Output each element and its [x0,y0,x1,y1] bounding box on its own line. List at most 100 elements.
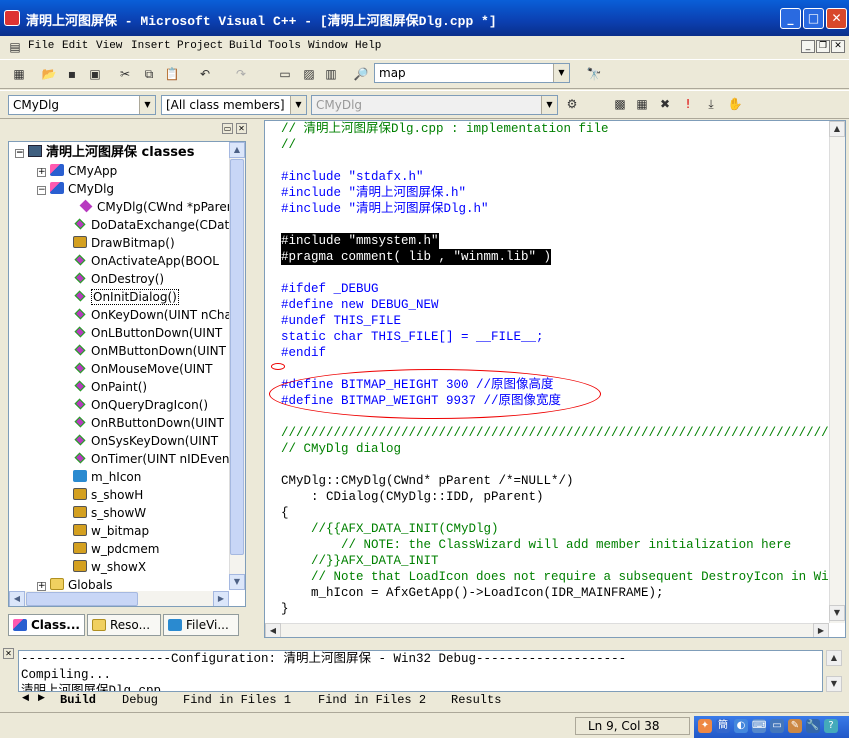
tree-item-method[interactable]: OnMButtonDown(UINT [73,342,226,360]
tray-device-icon[interactable]: ▭ [770,719,784,733]
workspace-close-icon[interactable]: ✕ [236,123,247,134]
output-close-icon[interactable]: ✕ [3,648,14,659]
stop-build-icon[interactable]: ✖ [656,95,674,113]
tree-item-method[interactable]: OnActivateApp(BOOL [73,252,219,270]
output-scroll-down-icon[interactable]: ▼ [826,676,842,692]
mdi-minimize-button[interactable]: _ [801,40,815,53]
tray-keyboard-icon[interactable]: ⌨ [752,719,766,733]
tray-ime-icon[interactable]: 簡 [716,719,730,733]
tray-network-icon[interactable]: ◐ [734,719,748,733]
tree-root[interactable]: − 清明上河图屏保 classes [15,144,195,162]
save-all-icon[interactable]: ▣ [86,65,104,83]
scroll-left-arrow-icon[interactable]: ◀ [265,623,281,637]
tree-item-method[interactable]: CMyDlg(CWnd *pParent [79,198,239,216]
code-editor[interactable]: // 清明上河图屏保Dlg.cpp : implementation file … [264,120,846,638]
new-text-file-icon[interactable]: ▦ [10,65,28,83]
expand-icon[interactable]: + [37,168,46,177]
menu-tools[interactable]: Tools [268,40,301,52]
workspace-restore-icon[interactable]: ▭ [222,123,233,134]
editor-vertical-scrollbar[interactable] [829,121,845,623]
find-combo[interactable]: map [374,63,570,83]
build-icon[interactable]: ▦ [633,95,651,113]
tree-item-method[interactable]: OnMouseMove(UINT [73,360,212,378]
class-combo[interactable]: CMyDlg [8,95,156,115]
tree-item-method[interactable]: DrawBitmap() [73,234,175,252]
undo-icon[interactable]: ↶ [196,65,214,83]
filter-combo-dropdown[interactable]: ▼ [290,96,306,114]
tab-fileview[interactable]: FileVi... [163,614,239,636]
menu-project[interactable]: Project [177,40,223,52]
collapse-icon[interactable]: − [37,186,46,195]
menu-help[interactable]: Help [355,40,381,52]
menu-view[interactable]: View [96,40,122,52]
output-tab-first-icon[interactable]: ◀ [22,693,29,703]
output-tab-build[interactable]: Build [60,692,96,708]
menu-file[interactable]: File [28,40,54,52]
tree-item-method[interactable]: OnKeyDown(UINT nChar [73,306,237,324]
tab-resourceview[interactable]: Reso... [87,614,161,636]
go-icon[interactable]: ⤓ [702,95,720,113]
find-icon[interactable]: 🔭 [585,65,603,83]
scroll-thumb-horizontal[interactable] [26,592,138,606]
output-tab-debug[interactable]: Debug [122,692,158,708]
tray-settings-icon[interactable]: ✎ [788,719,802,733]
tree-item-method[interactable]: OnRButtonDown(UINT [73,414,224,432]
menu-window[interactable]: Window [308,40,348,52]
tree-item-method[interactable]: OnQueryDragIcon() [73,396,208,414]
close-button[interactable]: ✕ [826,8,847,29]
tree-item-member[interactable]: s_showW [73,504,146,522]
breakpoint-hand-icon[interactable]: ✋ [726,95,744,113]
class-combo-dropdown[interactable]: ▼ [139,96,155,114]
redo-icon[interactable]: ↷ [232,65,250,83]
tree-item-method[interactable]: OnTimer(UINT nIDEvent [73,450,234,468]
scroll-up-arrow-icon[interactable]: ▲ [829,121,845,137]
member-combo-dropdown[interactable]: ▼ [541,96,557,114]
compile-icon[interactable]: ▩ [611,95,629,113]
tree-item-method[interactable]: OnSysKeyDown(UINT [73,432,218,450]
tray-help-icon[interactable]: ? [824,719,838,733]
window-list-icon[interactable]: ▥ [322,65,340,83]
output-tab-results[interactable]: Results [451,692,501,708]
output-tab-find-in-files-2[interactable]: Find in Files 2 [318,692,426,708]
tree-item-method[interactable]: OnDestroy() [73,270,164,288]
menu-edit[interactable]: Edit [62,40,88,52]
output-window-icon[interactable]: ▨ [300,65,318,83]
mdi-restore-button[interactable]: ❐ [816,40,830,53]
mdi-close-button[interactable]: ✕ [831,40,845,53]
tray-tools-icon[interactable]: 🔧 [806,719,820,733]
scroll-right-arrow-icon[interactable]: ▶ [213,591,229,606]
tree-item-method[interactable]: OnLButtonDown(UINT [73,324,222,342]
tree-item-member[interactable]: s_showH [73,486,143,504]
tree-item-method[interactable]: DoDataExchange(CDataExchange [73,216,245,234]
tree-item-member[interactable]: m_hIcon [73,468,141,486]
output-scroll-up-icon[interactable]: ▲ [826,650,842,666]
find-in-files-icon[interactable]: 🔎 [352,65,370,83]
open-folder-icon[interactable]: 📂 [40,65,58,83]
expand-icon[interactable]: + [37,582,46,591]
wizard-action-icon[interactable]: ⚙ [563,95,581,113]
execute-icon[interactable]: ! [679,95,697,113]
tree-item-method[interactable]: OnPaint() [73,378,147,396]
scroll-up-arrow-icon[interactable]: ▲ [229,142,245,158]
tray-app-icon[interactable]: ✦ [698,719,712,733]
tree-item-method-selected[interactable]: OnInitDialog() [73,288,179,306]
scroll-right-arrow-icon[interactable]: ▶ [813,623,829,637]
tree-item-member[interactable]: w_pdcmem [73,540,159,558]
output-text[interactable]: --------------------Configuration: 清明上河图… [18,650,823,692]
workspace-icon[interactable]: ▭ [276,65,294,83]
member-combo[interactable]: CMyDlg [311,95,558,115]
maximize-button[interactable]: □ [803,8,824,29]
find-combo-dropdown[interactable]: ▼ [553,64,569,82]
tree-item-member[interactable]: w_showX [73,558,146,576]
filter-combo[interactable]: [All class members] [161,95,307,115]
tree-item-member[interactable]: w_bitmap [73,522,149,540]
scroll-left-arrow-icon[interactable]: ◀ [9,591,25,606]
cut-icon[interactable]: ✂ [116,65,134,83]
menu-build[interactable]: Build [229,40,262,52]
editor-horizontal-scrollbar[interactable] [265,623,829,637]
copy-icon[interactable]: ⧉ [140,65,158,83]
collapse-icon[interactable]: − [15,149,24,158]
menu-insert[interactable]: Insert [131,40,171,52]
tree-item-cmyapp[interactable]: + CMyApp [37,162,117,180]
output-tab-next-icon[interactable]: ▶ [38,693,45,703]
